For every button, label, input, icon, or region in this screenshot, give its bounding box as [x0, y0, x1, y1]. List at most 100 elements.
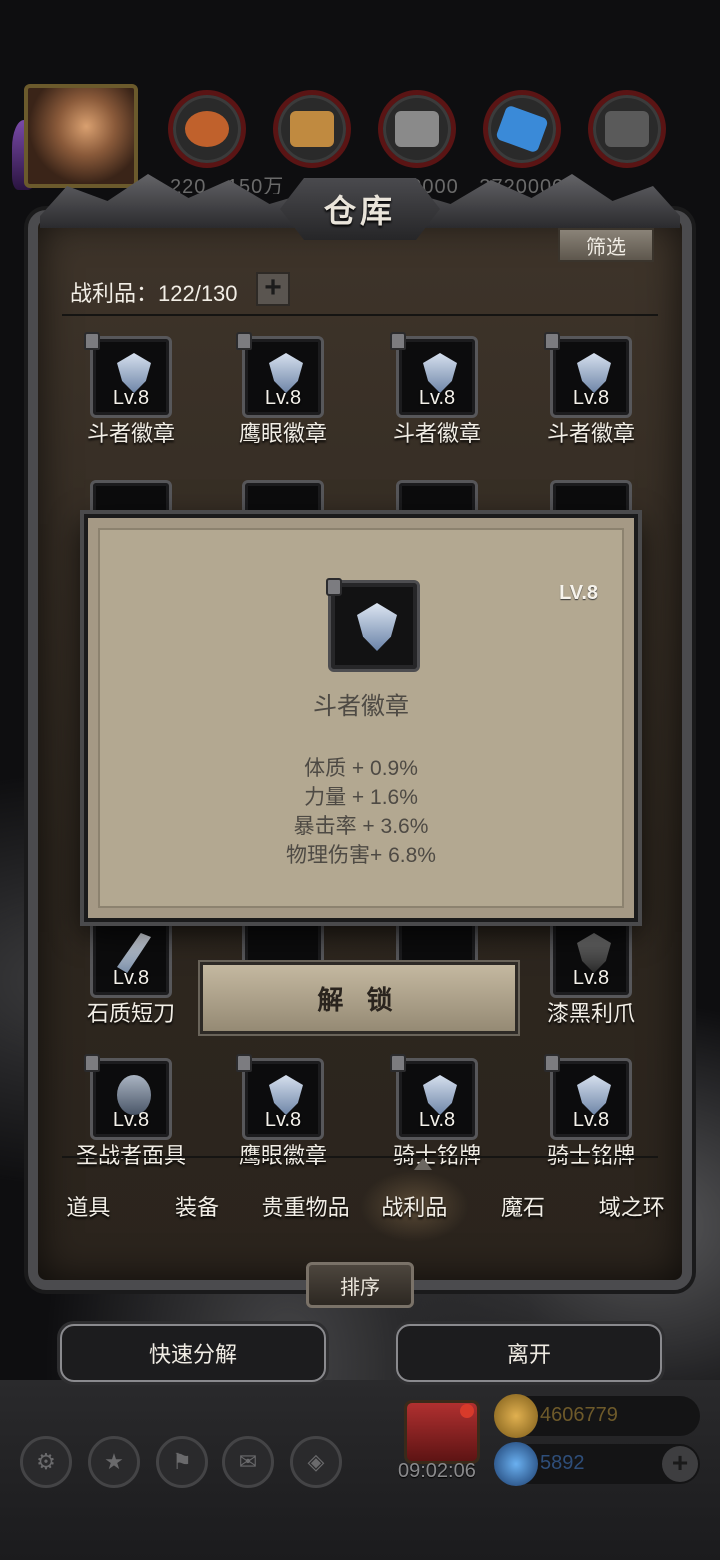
item-name: 斗者徽章	[546, 421, 635, 446]
tooltip-stats: 体质 + 0.9% 力量 + 1.6% 暴击率 + 3.6% 物理伤害+ 6.8…	[100, 754, 622, 870]
item-level: Lv.8	[572, 967, 610, 989]
guild-icon[interactable]: ⚑	[156, 1436, 208, 1488]
lock-icon	[544, 332, 560, 350]
add-gems-button[interactable]: +	[662, 1446, 698, 1482]
lock-icon	[84, 332, 100, 350]
quick-decompose-button[interactable]: 快速分解	[60, 1324, 326, 1382]
inventory-item[interactable]: Lv.8 漆黑利爪	[516, 916, 666, 1046]
item-slot: Lv.8	[242, 336, 324, 418]
gold-coin-icon	[494, 1394, 538, 1438]
item-slot: Lv.8	[396, 1058, 478, 1140]
tab-valuables[interactable]: 贵重物品	[251, 1170, 360, 1242]
lock-icon	[390, 1054, 406, 1072]
item-slot: Lv.8	[550, 1058, 632, 1140]
inventory-item[interactable]: Lv.8 石质短刀	[56, 916, 206, 1046]
inventory-item[interactable]: Lv.8 斗者徽章	[516, 332, 666, 466]
tab-loot[interactable]: 战利品	[360, 1170, 469, 1242]
tab-domain-rings[interactable]: 域之环	[577, 1170, 686, 1242]
item-slot: Lv.8	[550, 336, 632, 418]
item-level: Lv.8	[572, 387, 610, 409]
item-slot: Lv.8	[90, 916, 172, 998]
inventory-item[interactable]: Lv.8 骑士铭牌	[516, 1054, 666, 1188]
item-tooltip: LV.8 斗者徽章 体质 + 0.9% 力量 + 1.6% 暴击率 + 3.6%…	[84, 514, 638, 922]
lock-icon	[236, 332, 252, 350]
tooltip-item-name: 斗者徽章	[313, 693, 409, 720]
item-name: 骑士铭牌	[546, 1143, 635, 1168]
divider	[62, 314, 658, 316]
gift-timer: 09:02:06	[398, 1460, 476, 1482]
item-slot: Lv.8	[90, 1058, 172, 1140]
item-level: Lv.8	[112, 967, 150, 989]
lock-icon	[236, 1054, 252, 1072]
achievement-icon[interactable]: ★	[88, 1436, 140, 1488]
item-name: 石质短刀	[86, 1001, 175, 1026]
item-name: 鹰眼徽章	[238, 1143, 327, 1168]
inventory-item[interactable]: Lv.8 斗者徽章	[56, 332, 206, 466]
leave-label: 离开	[506, 1342, 551, 1367]
gem-icon	[494, 1442, 538, 1486]
player-avatar[interactable]	[24, 84, 138, 188]
inventory-item[interactable]: Lv.8 圣战者面具	[56, 1054, 206, 1188]
sort-label: 排序	[340, 1276, 380, 1299]
crystal-icon[interactable]	[483, 90, 561, 168]
stat-line: 暴击率 + 3.6%	[293, 815, 429, 838]
expand-capacity-button[interactable]: +	[256, 272, 290, 306]
item-name: 骑士铭牌	[392, 1143, 481, 1168]
sort-button[interactable]: 排序	[306, 1262, 414, 1308]
title-plate: 仓库	[280, 178, 440, 240]
inventory-item[interactable]: Lv.8 鹰眼徽章	[208, 1054, 358, 1188]
tab-items[interactable]: 道具	[34, 1170, 143, 1242]
item-level: Lv.8	[112, 387, 150, 409]
wood-icon[interactable]	[273, 90, 351, 168]
lock-icon	[326, 578, 342, 596]
item-level: Lv.8	[112, 1109, 150, 1131]
stat-line: 力量 + 1.6%	[304, 786, 418, 809]
item-name: 圣战者面具	[75, 1143, 186, 1168]
badge-icon	[357, 603, 397, 651]
divider	[62, 1156, 658, 1158]
gem-amount: 5892	[540, 1452, 585, 1474]
page-title: 仓库	[323, 192, 396, 230]
inventory-item[interactable]: Lv.8 骑士铭牌	[362, 1054, 512, 1188]
iron-icon[interactable]	[378, 90, 456, 168]
unlock-button[interactable]: 解 锁	[200, 962, 518, 1034]
stone-icon[interactable]	[588, 90, 666, 168]
inventory-item[interactable]: Lv.8 斗者徽章	[362, 332, 512, 466]
item-level: Lv.8	[418, 1109, 456, 1131]
item-slot: Lv.8	[396, 336, 478, 418]
stat-line: 体质 + 0.9%	[304, 757, 418, 780]
unlock-label: 解 锁	[317, 984, 401, 1015]
tab-equipment[interactable]: 装备	[143, 1170, 252, 1242]
notification-dot	[460, 1404, 474, 1418]
quick-decompose-label: 快速分解	[148, 1342, 237, 1367]
tooltip-level: LV.8	[559, 582, 598, 604]
lock-icon	[84, 1054, 100, 1072]
category-tabs: 道具 装备 贵重物品 战利品 魔石 域之环	[34, 1170, 686, 1242]
loot-capacity: 战利品：122/130	[70, 281, 238, 306]
filter-button[interactable]: 筛选	[558, 228, 654, 262]
item-level: Lv.8	[418, 387, 456, 409]
tooltip-body: LV.8 斗者徽章 体质 + 0.9% 力量 + 1.6% 暴击率 + 3.6%…	[98, 528, 624, 908]
settings-icon[interactable]: ⚙	[20, 1436, 72, 1488]
tab-magic-stones[interactable]: 魔石	[469, 1170, 578, 1242]
bag-icon[interactable]: ◈	[290, 1436, 342, 1488]
meat-icon[interactable]	[168, 90, 246, 168]
item-name: 斗者徽章	[86, 421, 175, 446]
gem-counter[interactable]: 5892 +	[494, 1442, 700, 1486]
item-name: 鹰眼徽章	[238, 421, 327, 446]
item-slot: Lv.8	[90, 336, 172, 418]
stat-line: 物理伤害+ 6.8%	[286, 844, 436, 867]
item-level: Lv.8	[264, 387, 302, 409]
item-name: 斗者徽章	[392, 421, 481, 446]
lock-icon	[390, 332, 406, 350]
inventory-item[interactable]: Lv.8 鹰眼徽章	[208, 332, 358, 466]
gold-counter[interactable]: 4606779	[494, 1394, 700, 1438]
leave-button[interactable]: 离开	[396, 1324, 662, 1382]
gold-amount: 4606779	[540, 1404, 618, 1426]
item-slot: Lv.8	[550, 916, 632, 998]
item-level: Lv.8	[572, 1109, 610, 1131]
item-level: Lv.8	[264, 1109, 302, 1131]
resource-values: 220 150万 1920 3660000 3720000	[170, 170, 690, 194]
mail-icon[interactable]: ✉	[222, 1436, 274, 1488]
lock-icon	[544, 1054, 560, 1072]
